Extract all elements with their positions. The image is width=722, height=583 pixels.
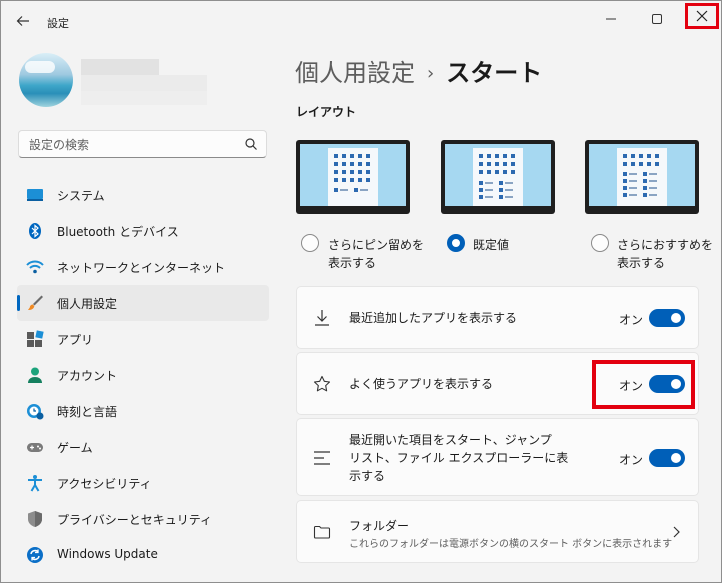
- brush-icon: [28, 295, 43, 310]
- sidebar-item-network[interactable]: ネットワークとインターネット: [17, 249, 269, 285]
- title-bar: 設定: [1, 1, 721, 37]
- radio-default[interactable]: [447, 234, 465, 252]
- breadcrumb-separator: ›: [427, 63, 435, 84]
- windows-update-icon: [27, 547, 43, 563]
- gamepad-icon: [27, 443, 43, 452]
- toggle-recently-opened-items[interactable]: [649, 449, 685, 467]
- toggle-recently-added-apps[interactable]: [649, 309, 685, 327]
- layout-thumbnail-more-pins[interactable]: [296, 140, 410, 214]
- maximize-button[interactable]: [639, 5, 675, 33]
- app-title: 設定: [47, 17, 69, 30]
- setting-most-used-apps: よく使うアプリを表示する オン: [296, 352, 699, 415]
- search-box[interactable]: [18, 130, 267, 158]
- toggle-most-used-apps[interactable]: [649, 375, 685, 393]
- folder-icon: [313, 525, 331, 539]
- section-title-layout: レイアウト: [296, 105, 357, 119]
- avatar[interactable]: [19, 53, 73, 107]
- back-arrow-icon: [16, 16, 29, 26]
- sidebar-item-windows-update[interactable]: Windows Update: [17, 537, 269, 573]
- toggle-state-label: オン: [619, 453, 644, 467]
- radio-label-more-recommendations: さらにおすすめを 表示する: [617, 238, 714, 270]
- sidebar-item-apps[interactable]: アプリ: [17, 321, 269, 357]
- bluetooth-icon: [29, 223, 41, 239]
- radio-label-more-pins: さらにピン留めを 表示する: [328, 238, 425, 270]
- close-button[interactable]: [685, 3, 719, 29]
- setting-folders[interactable]: フォルダー これらのフォルダーは電源ボタンの横のスタート ボタンに表示されます: [296, 500, 699, 563]
- sidebar-item-personalization[interactable]: 個人用設定: [17, 285, 269, 321]
- time-language-icon: [27, 404, 44, 420]
- maximize-icon: [652, 14, 662, 24]
- download-icon: [315, 310, 329, 326]
- search-input[interactable]: [27, 135, 241, 155]
- system-icon: [27, 189, 43, 201]
- close-icon: [696, 10, 708, 22]
- breadcrumb-parent[interactable]: 個人用設定: [295, 59, 415, 87]
- settings-window: 設定 システム Bluetooth とデバイス ネットワークとイン: [0, 0, 722, 583]
- chevron-right-icon: [673, 526, 680, 538]
- star-icon: [313, 375, 331, 392]
- accessibility-icon: [28, 475, 42, 492]
- sidebar-item-gaming[interactable]: ゲーム: [17, 429, 269, 465]
- minimize-button[interactable]: [593, 5, 629, 33]
- user-info-blurred: [81, 59, 207, 107]
- toggle-state-label: オン: [619, 313, 644, 327]
- page-title: スタート: [446, 59, 543, 87]
- sidebar-item-accounts[interactable]: アカウント: [17, 357, 269, 393]
- account-icon: [28, 367, 42, 383]
- wifi-icon: [26, 260, 44, 274]
- list-icon: [314, 451, 330, 465]
- search-icon[interactable]: [244, 137, 258, 151]
- setting-recently-added-apps: 最近追加したアプリを表示する オン: [296, 286, 699, 349]
- sidebar-nav: システム Bluetooth とデバイス ネットワークとインターネット 個人用設…: [17, 177, 269, 573]
- apps-icon: [27, 330, 44, 347]
- layout-thumbnail-default[interactable]: [441, 140, 555, 214]
- sidebar-item-system[interactable]: システム: [17, 177, 269, 213]
- radio-more-pins[interactable]: [301, 234, 319, 252]
- sidebar-item-privacy[interactable]: プライバシーとセキュリティ: [17, 501, 269, 537]
- layout-thumbnail-more-recommendations[interactable]: [585, 140, 699, 214]
- breadcrumb: 個人用設定 › スタート: [295, 53, 542, 88]
- sidebar-item-bluetooth[interactable]: Bluetooth とデバイス: [17, 213, 269, 249]
- minimize-icon: [606, 18, 616, 20]
- setting-recently-opened-items: 最近開いた項目をスタート、ジャンプ リスト、ファイル エクスプローラーに表 示す…: [296, 418, 699, 496]
- toggle-state-label: オン: [619, 379, 644, 393]
- sidebar-item-accessibility[interactable]: アクセシビリティ: [17, 465, 269, 501]
- back-button[interactable]: [11, 9, 35, 33]
- radio-label-default: 既定値: [473, 238, 510, 252]
- sidebar-item-time-language[interactable]: 時刻と言語: [17, 393, 269, 429]
- radio-more-recommendations[interactable]: [591, 234, 609, 252]
- shield-icon: [28, 511, 42, 527]
